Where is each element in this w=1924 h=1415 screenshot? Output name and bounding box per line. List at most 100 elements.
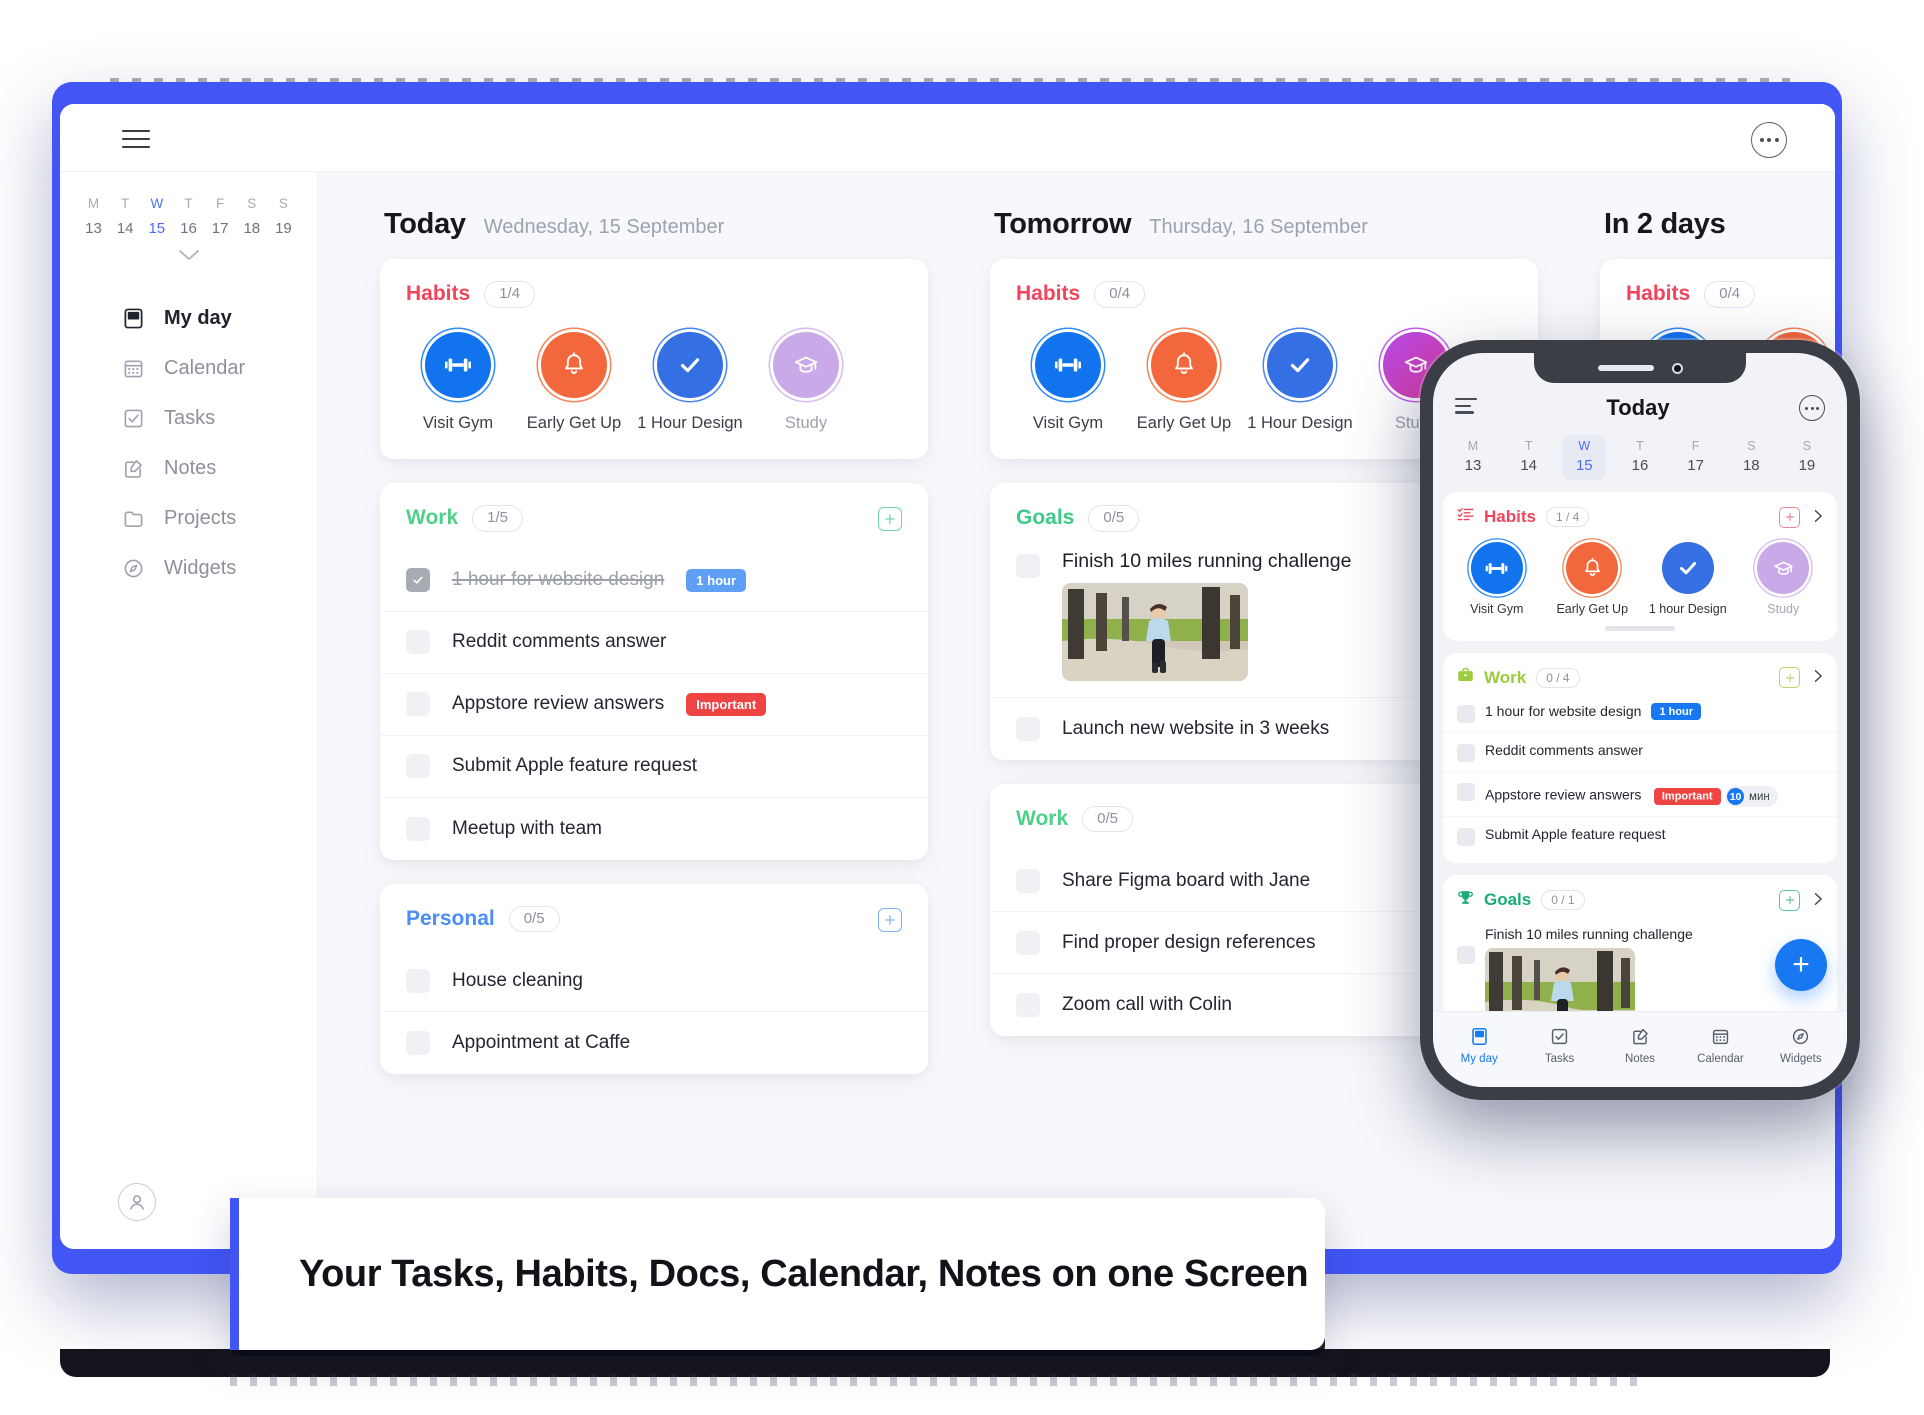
week-day-2[interactable]: W 15 xyxy=(141,196,172,237)
task-checkbox[interactable] xyxy=(1457,946,1475,964)
tab-widgets[interactable]: Widgets xyxy=(1761,1025,1841,1065)
task-checkbox[interactable] xyxy=(406,1031,430,1056)
sidebar-item-widgets[interactable]: Widgets xyxy=(60,543,317,593)
task-checkbox[interactable] xyxy=(1016,553,1040,578)
chevron-right-icon[interactable] xyxy=(1814,668,1823,687)
task-checkbox[interactable] xyxy=(1016,868,1040,893)
goal-text: Launch new website in 3 weeks xyxy=(1062,717,1330,739)
sidebar-item-label: My day xyxy=(164,306,232,329)
dumbbell-icon[interactable] xyxy=(1470,542,1523,594)
list-item[interactable]: Reddit comments answer xyxy=(1443,733,1837,772)
task-checkbox[interactable] xyxy=(406,692,430,716)
table-row[interactable]: Meetup with team xyxy=(380,798,928,860)
task-checkbox[interactable] xyxy=(1016,930,1040,955)
check-icon[interactable] xyxy=(657,331,723,398)
task-checkbox[interactable] xyxy=(406,968,430,993)
plus-square-icon[interactable] xyxy=(878,907,902,932)
phone-task-list: 1 hour for website design 1 hour Reddit … xyxy=(1443,694,1837,855)
bell-icon[interactable] xyxy=(1151,331,1217,398)
task-checkbox[interactable] xyxy=(406,630,430,654)
week-day-4[interactable]: F 17 xyxy=(205,196,236,237)
check-icon[interactable] xyxy=(1267,331,1333,398)
hamburger-icon[interactable] xyxy=(1455,397,1477,418)
phone-week-day-6[interactable]: S 19 xyxy=(1785,435,1829,480)
table-row[interactable]: 1 hour for website design 1 hour xyxy=(380,550,928,612)
habit-item[interactable]: Visit Gym xyxy=(1449,542,1545,616)
list-item[interactable]: 1 hour for website design 1 hour xyxy=(1443,694,1837,733)
sidebar-item-notes[interactable]: Notes xyxy=(60,443,317,493)
week-number: 13 xyxy=(85,220,102,237)
tab-notes[interactable]: Notes xyxy=(1600,1025,1680,1065)
bell-icon[interactable] xyxy=(541,331,607,398)
plus-square-icon[interactable] xyxy=(1779,889,1800,911)
chevron-down-icon[interactable] xyxy=(178,249,200,261)
tab-label: Widgets xyxy=(1780,1052,1822,1065)
scrollbar[interactable] xyxy=(1605,626,1675,631)
task-text: Reddit comments answer xyxy=(452,631,667,652)
habit-item[interactable]: Study xyxy=(748,331,864,433)
sidebar-item-calendar[interactable]: Calendar xyxy=(60,343,317,393)
habit-item[interactable]: 1 Hour Design xyxy=(632,331,748,433)
week-day-3[interactable]: T 16 xyxy=(173,196,204,237)
week-day-5[interactable]: S 18 xyxy=(236,196,267,237)
habit-item[interactable]: Visit Gym xyxy=(400,331,516,433)
bell-icon[interactable] xyxy=(1566,542,1619,594)
tab-tasks[interactable]: Tasks xyxy=(1519,1025,1599,1065)
dumbbell-icon[interactable] xyxy=(425,331,491,398)
phone-week-day-1[interactable]: T 14 xyxy=(1507,435,1551,480)
habit-item[interactable]: Early Get Up xyxy=(1545,542,1641,616)
task-checkbox[interactable] xyxy=(1016,993,1040,1018)
week-day-6[interactable]: S 19 xyxy=(268,196,299,237)
habit-item[interactable]: Visit Gym xyxy=(1010,331,1126,433)
phone-week-day-2[interactable]: W 15 xyxy=(1562,435,1607,480)
phone-week-day-5[interactable]: S 18 xyxy=(1729,435,1773,480)
week-day-1[interactable]: T 14 xyxy=(110,196,141,237)
table-row[interactable]: Appointment at Caffe xyxy=(380,1012,928,1074)
plus-square-icon[interactable] xyxy=(1779,667,1800,688)
list-item[interactable]: Submit Apple feature request xyxy=(1443,817,1837,855)
decorative-speckle-bottom xyxy=(230,1374,1650,1386)
table-row[interactable]: House cleaning xyxy=(380,950,928,1013)
task-checkbox[interactable] xyxy=(1457,705,1475,723)
user-avatar-icon[interactable] xyxy=(118,1183,156,1221)
more-options-icon[interactable] xyxy=(1799,395,1825,421)
graduation-cap-icon[interactable] xyxy=(773,331,839,398)
tab-calendar[interactable]: Calendar xyxy=(1680,1025,1760,1065)
tab-my-day[interactable]: My day xyxy=(1439,1025,1519,1065)
plus-square-icon[interactable] xyxy=(878,506,902,531)
list-item[interactable]: Appstore review answers Important 10 мин xyxy=(1443,772,1837,817)
sidebar-item-tasks[interactable]: Tasks xyxy=(60,393,317,443)
phone-week-day-3[interactable]: T 16 xyxy=(1618,435,1662,480)
task-checkbox[interactable] xyxy=(1457,828,1475,846)
table-row[interactable]: Submit Apple feature request xyxy=(380,736,928,798)
hamburger-icon[interactable] xyxy=(122,130,150,149)
plus-square-icon[interactable] xyxy=(1779,506,1800,528)
sidebar-item-my-day[interactable]: My day xyxy=(60,293,317,343)
graduation-cap-icon[interactable] xyxy=(1757,542,1810,594)
task-checkbox[interactable] xyxy=(1016,716,1040,741)
task-checkbox[interactable] xyxy=(406,568,430,592)
task-checkbox[interactable] xyxy=(406,816,430,841)
tab-label: My day xyxy=(1460,1052,1498,1065)
sidebar-item-projects[interactable]: Projects xyxy=(60,493,317,543)
phone-week-day-0[interactable]: M 13 xyxy=(1451,435,1495,480)
more-options-icon[interactable] xyxy=(1751,122,1787,158)
table-row[interactable]: Appstore review answers Important xyxy=(380,674,928,736)
projects-icon xyxy=(122,507,144,529)
habit-item[interactable]: Early Get Up xyxy=(516,331,632,433)
task-checkbox[interactable] xyxy=(1457,783,1475,801)
habit-item[interactable]: Early Get Up xyxy=(1126,331,1242,433)
habit-item[interactable]: Study xyxy=(1736,542,1832,616)
check-icon[interactable] xyxy=(1661,542,1714,594)
habit-item[interactable]: 1 hour Design xyxy=(1640,542,1736,616)
chevron-right-icon[interactable] xyxy=(1814,891,1823,910)
dumbbell-icon[interactable] xyxy=(1035,331,1101,398)
add-fab-button[interactable]: + xyxy=(1775,939,1827,991)
week-day-0[interactable]: M 13 xyxy=(78,196,109,237)
habit-item[interactable]: 1 Hour Design xyxy=(1242,331,1358,433)
task-checkbox[interactable] xyxy=(406,754,430,778)
chevron-right-icon[interactable] xyxy=(1814,508,1823,527)
table-row[interactable]: Reddit comments answer xyxy=(380,612,928,674)
task-checkbox[interactable] xyxy=(1457,744,1475,762)
phone-week-day-4[interactable]: F 17 xyxy=(1674,435,1718,480)
